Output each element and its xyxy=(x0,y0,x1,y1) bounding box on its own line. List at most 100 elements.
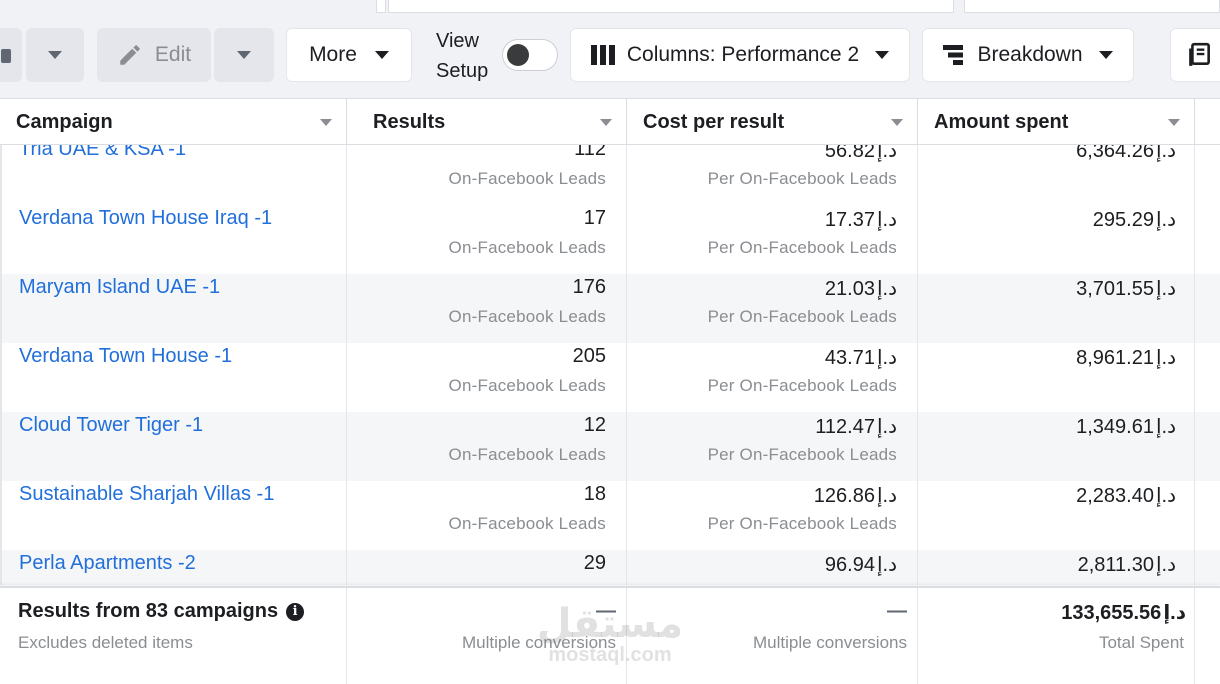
table-row: Perla Apartments -2 29 96.94 د.إ 2,811.30… xyxy=(0,550,1220,585)
campaign-link[interactable]: Verdana Town House -1 xyxy=(19,345,232,368)
summary-total-number: 133,655.56 xyxy=(1061,602,1162,624)
results-type: On-Facebook Leads xyxy=(448,238,606,257)
amount-number: 1,349.61 xyxy=(1076,416,1154,438)
campaign-cell: Verdana Town House -1 xyxy=(0,343,347,412)
amount-number: 6,364.26 xyxy=(1076,145,1154,162)
results-cell: 112 On-Facebook Leads xyxy=(347,145,627,205)
currency-label: د.إ xyxy=(876,278,897,300)
results-type: On-Facebook Leads xyxy=(448,376,606,395)
summary-total-value: 133,655.56 د.إ xyxy=(1061,600,1186,625)
info-icon[interactable]: i xyxy=(286,603,305,621)
currency-label: د.إ xyxy=(1155,485,1176,507)
chevron-down-icon xyxy=(237,51,251,59)
currency-label: د.إ xyxy=(876,347,897,369)
cost-cell: 21.03 د.إ Per On-Facebook Leads xyxy=(627,274,918,343)
table-row: Cloud Tower Tiger -1 12 On-Facebook Leads… xyxy=(0,412,1220,481)
summary-results-value: — xyxy=(596,600,616,622)
campaign-cell: Cloud Tower Tiger -1 xyxy=(0,412,347,481)
currency-label: د.إ xyxy=(1155,209,1176,231)
cost-value: 17.37 د.إ xyxy=(825,207,897,232)
amount-number: 2,283.40 xyxy=(1076,485,1154,507)
table-row: Sustainable Sharjah Villas -1 18 On-Faceb… xyxy=(0,481,1220,550)
results-cell: 29 xyxy=(347,550,627,585)
view-setup-label: View Setup xyxy=(436,26,488,86)
sort-icon[interactable] xyxy=(1168,119,1180,126)
sort-icon[interactable] xyxy=(891,119,903,126)
chevron-down-icon xyxy=(374,51,389,59)
campaign-link[interactable]: Sustainable Sharjah Villas -1 xyxy=(19,483,274,506)
summary-cost-sub: Multiple conversions xyxy=(752,633,907,652)
header-cost-per-result[interactable]: Cost per result xyxy=(627,99,918,145)
summary-title-text: Results from 83 campaigns xyxy=(18,600,279,622)
results-cell: 18 On-Facebook Leads xyxy=(347,481,627,550)
cost-value: 96.94 د.إ xyxy=(825,552,897,577)
amount-cell: 6,364.26 د.إ xyxy=(918,145,1195,205)
breakdown-button[interactable]: Breakdown xyxy=(922,28,1134,82)
campaign-link[interactable]: Maryam Island UAE -1 xyxy=(19,276,220,299)
edit-button[interactable]: Edit xyxy=(97,28,211,82)
top-strip xyxy=(0,0,1220,14)
summary-campaign-cell: Results from 83 campaigns i Excludes dele… xyxy=(0,588,347,684)
amount-number: 3,701.55 xyxy=(1076,278,1154,300)
table-row: Maryam Island UAE -1 176 On-Facebook Lead… xyxy=(0,274,1220,343)
cost-cell: 96.94 د.إ xyxy=(627,550,918,585)
summary-title: Results from 83 campaigns i xyxy=(18,600,305,623)
top-panel-left xyxy=(388,0,954,13)
cost-cell: 17.37 د.إ Per On-Facebook Leads xyxy=(627,205,918,274)
currency-label: د.إ xyxy=(1155,347,1176,369)
campaign-cell: Sustainable Sharjah Villas -1 xyxy=(0,481,347,550)
cost-cell: 43.71 د.إ Per On-Facebook Leads xyxy=(627,343,918,412)
campaign-link[interactable]: Perla Apartments -2 xyxy=(19,552,196,575)
view-setup-line2: Setup xyxy=(436,60,489,82)
cost-value: 43.71 د.إ xyxy=(825,345,897,370)
amount-cell: 1,349.61 د.إ xyxy=(918,412,1195,481)
cost-number: 56.82 xyxy=(824,145,875,162)
summary-results-cell: — Multiple conversions xyxy=(347,588,627,684)
sort-icon[interactable] xyxy=(600,119,612,126)
currency-label: د.إ xyxy=(1155,416,1176,438)
ads-manager-page: Edit More View Setup Columns: Performanc… xyxy=(0,0,1220,684)
table-row: Verdana Town House Iraq -1 17 On-Facebook… xyxy=(0,205,1220,274)
view-setup-toggle[interactable] xyxy=(502,39,558,71)
cost-value: 126.86 د.إ xyxy=(814,483,897,508)
chevron-down-icon xyxy=(875,51,890,59)
campaign-link[interactable]: Cloud Tower Tiger -1 xyxy=(19,414,203,437)
reports-button[interactable] xyxy=(1170,28,1220,82)
campaign-link[interactable]: Tria UAE & KSA -1 xyxy=(19,145,186,161)
results-value: 112 xyxy=(574,145,606,160)
duplicate-icon xyxy=(1,49,11,63)
amount-cell: 2,811.30 د.إ xyxy=(918,550,1195,585)
duplicate-dropdown-button[interactable] xyxy=(26,28,84,82)
edit-dropdown-button[interactable] xyxy=(214,28,274,82)
cost-number: 126.86 xyxy=(813,485,875,507)
campaign-cell: Verdana Town House Iraq -1 xyxy=(0,205,347,274)
chevron-down-icon xyxy=(48,51,62,59)
cost-type: Per On-Facebook Leads xyxy=(707,238,897,257)
results-value: 29 xyxy=(583,552,606,574)
header-campaign[interactable]: Campaign xyxy=(0,99,347,145)
amount-number: 8,961.21 xyxy=(1076,347,1154,369)
campaign-link[interactable]: Verdana Town House Iraq -1 xyxy=(19,207,272,230)
cost-number: 96.94 xyxy=(824,554,875,576)
cost-value: 112.47 د.إ xyxy=(815,414,897,439)
currency-label: د.إ xyxy=(1155,278,1176,300)
amount-value: 2,283.40 د.إ xyxy=(1076,483,1176,508)
reports-icon xyxy=(1189,42,1210,66)
currency-label: د.إ xyxy=(1155,145,1176,162)
sort-icon[interactable] xyxy=(320,119,332,126)
header-amount-spent[interactable]: Amount spent xyxy=(918,99,1195,145)
pencil-icon xyxy=(120,45,140,65)
cost-number: 112.47 xyxy=(815,416,875,438)
table-summary-row: Results from 83 campaigns i Excludes dele… xyxy=(0,586,1220,684)
results-type: On-Facebook Leads xyxy=(448,307,606,326)
results-cell: 12 On-Facebook Leads xyxy=(347,412,627,481)
header-results[interactable]: Results xyxy=(347,99,627,145)
view-setup-line1: View xyxy=(436,30,479,52)
toggle-knob xyxy=(507,44,529,66)
amount-value: 1,349.61 د.إ xyxy=(1076,414,1176,439)
duplicate-button[interactable] xyxy=(0,28,22,82)
currency-label: د.إ xyxy=(1155,554,1176,576)
results-type: On-Facebook Leads xyxy=(448,514,606,533)
more-button[interactable]: More xyxy=(286,28,412,82)
columns-button[interactable]: Columns: Performance 2 xyxy=(570,28,910,82)
